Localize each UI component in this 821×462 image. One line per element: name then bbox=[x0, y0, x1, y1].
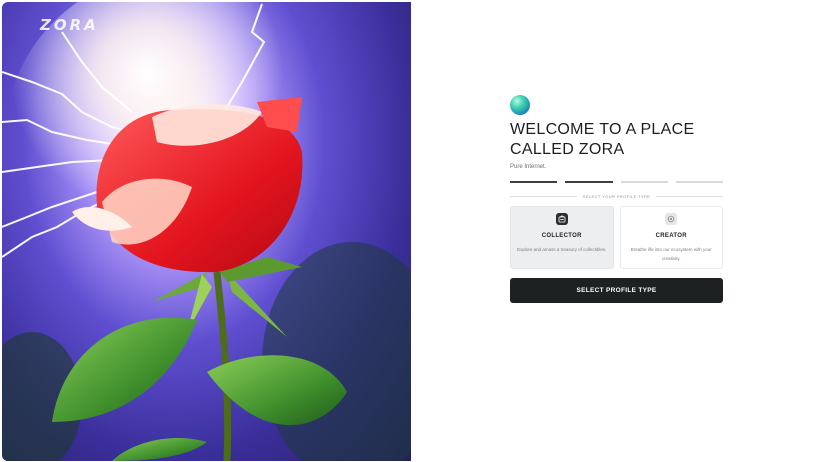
progress-step-3 bbox=[620, 181, 668, 183]
onboarding-panel: WELCOME TO A PLACE CALLED ZORA Pure Inte… bbox=[510, 95, 723, 303]
progress-step-1 bbox=[510, 181, 558, 183]
zora-logo[interactable]: ZORA bbox=[40, 16, 99, 34]
zora-orb-icon bbox=[510, 95, 530, 115]
progress-steps bbox=[510, 181, 723, 183]
page-subtitle: Pure Internet. bbox=[510, 164, 547, 170]
app-frame: ZORA WELCOME TO A PLACE CALLED ZORA Pure… bbox=[0, 0, 821, 462]
profile-option-name: CREATOR bbox=[655, 233, 687, 239]
profile-option-creator[interactable]: CREATOR Breathe life into our ecosystem … bbox=[619, 206, 723, 269]
profile-option-collector[interactable]: COLLECTOR Explore and amass a treasury o… bbox=[510, 206, 614, 269]
hero-image: ZORA bbox=[2, 2, 411, 461]
divider-line-left bbox=[510, 196, 577, 197]
select-profile-type-button[interactable]: SELECT PROFILE TYPE bbox=[510, 278, 723, 303]
page-title: WELCOME TO A PLACE CALLED ZORA bbox=[510, 121, 695, 158]
profile-option-description: Breathe life into our ecosystem with you… bbox=[630, 247, 712, 261]
rose-lightning-illustration bbox=[2, 2, 411, 461]
profile-option-name: COLLECTOR bbox=[541, 233, 582, 239]
profile-option-description: Explore and amass a treasury of collecti… bbox=[517, 247, 607, 252]
collector-icon bbox=[555, 213, 568, 225]
section-divider: SELECT YOUR PROFILE TYPE bbox=[510, 194, 723, 199]
profile-type-options: COLLECTOR Explore and amass a treasury o… bbox=[510, 206, 723, 269]
section-label: SELECT YOUR PROFILE TYPE bbox=[582, 194, 651, 199]
progress-step-2 bbox=[565, 181, 613, 183]
divider-line-right bbox=[656, 196, 723, 197]
progress-step-4 bbox=[675, 181, 723, 183]
creator-icon bbox=[665, 213, 678, 225]
